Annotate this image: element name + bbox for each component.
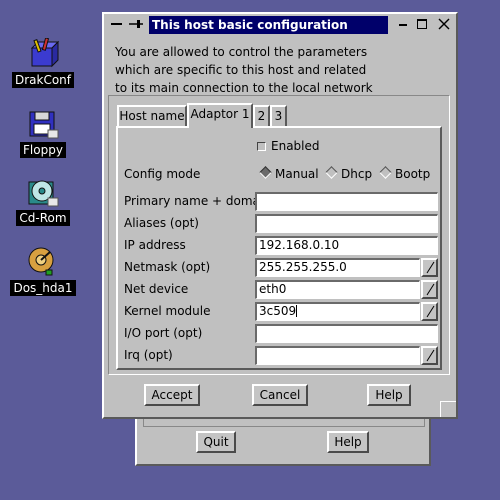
window-menu-icon[interactable]	[111, 23, 122, 25]
background-help-button[interactable]: Help	[327, 431, 369, 453]
close-icon[interactable]	[437, 17, 451, 31]
pin-icon[interactable]	[128, 17, 144, 31]
resize-handle[interactable]	[440, 401, 456, 417]
window-title: This host basic configuration	[149, 16, 388, 34]
intro-line: which are specific to this host and rela…	[115, 63, 367, 77]
cancel-button[interactable]: Cancel	[252, 384, 308, 406]
cdrom-icon	[26, 176, 60, 208]
desktop-icon-floppy[interactable]: Floppy	[3, 108, 83, 158]
accept-button[interactable]: Accept	[144, 384, 200, 406]
desktop-icon-label: Floppy	[20, 142, 66, 158]
desktop-icon-dos-hda1[interactable]: Dos_hda1	[3, 246, 83, 296]
minimize-icon[interactable]	[399, 24, 407, 26]
desktop-icon-label: DrakConf	[11, 72, 75, 88]
help-button[interactable]: Help	[367, 384, 411, 406]
drakconf-icon	[26, 37, 60, 70]
tab-3[interactable]: 3	[270, 105, 287, 127]
intro-line: You are allowed to control the parameter…	[115, 45, 368, 59]
desktop-icon-drakconf[interactable]: DrakConf	[3, 37, 83, 88]
tab-host-name[interactable]: Host name	[117, 105, 187, 127]
desktop-icon-cdrom[interactable]: Cd-Rom	[3, 176, 83, 226]
desktop-icon-label: Cd-Rom	[16, 210, 70, 226]
maximize-icon[interactable]	[417, 19, 427, 29]
hard-disk-icon	[26, 246, 60, 278]
tab-2[interactable]: 2	[253, 105, 270, 127]
tab-adaptor-1[interactable]: Adaptor 1	[187, 103, 253, 128]
intro-text: You are allowed to control the parameter…	[115, 43, 373, 97]
quit-button[interactable]: Quit	[196, 431, 236, 453]
floppy-icon	[26, 108, 60, 140]
desktop-icon-label: Dos_hda1	[10, 280, 76, 296]
notebook-page	[116, 126, 442, 370]
